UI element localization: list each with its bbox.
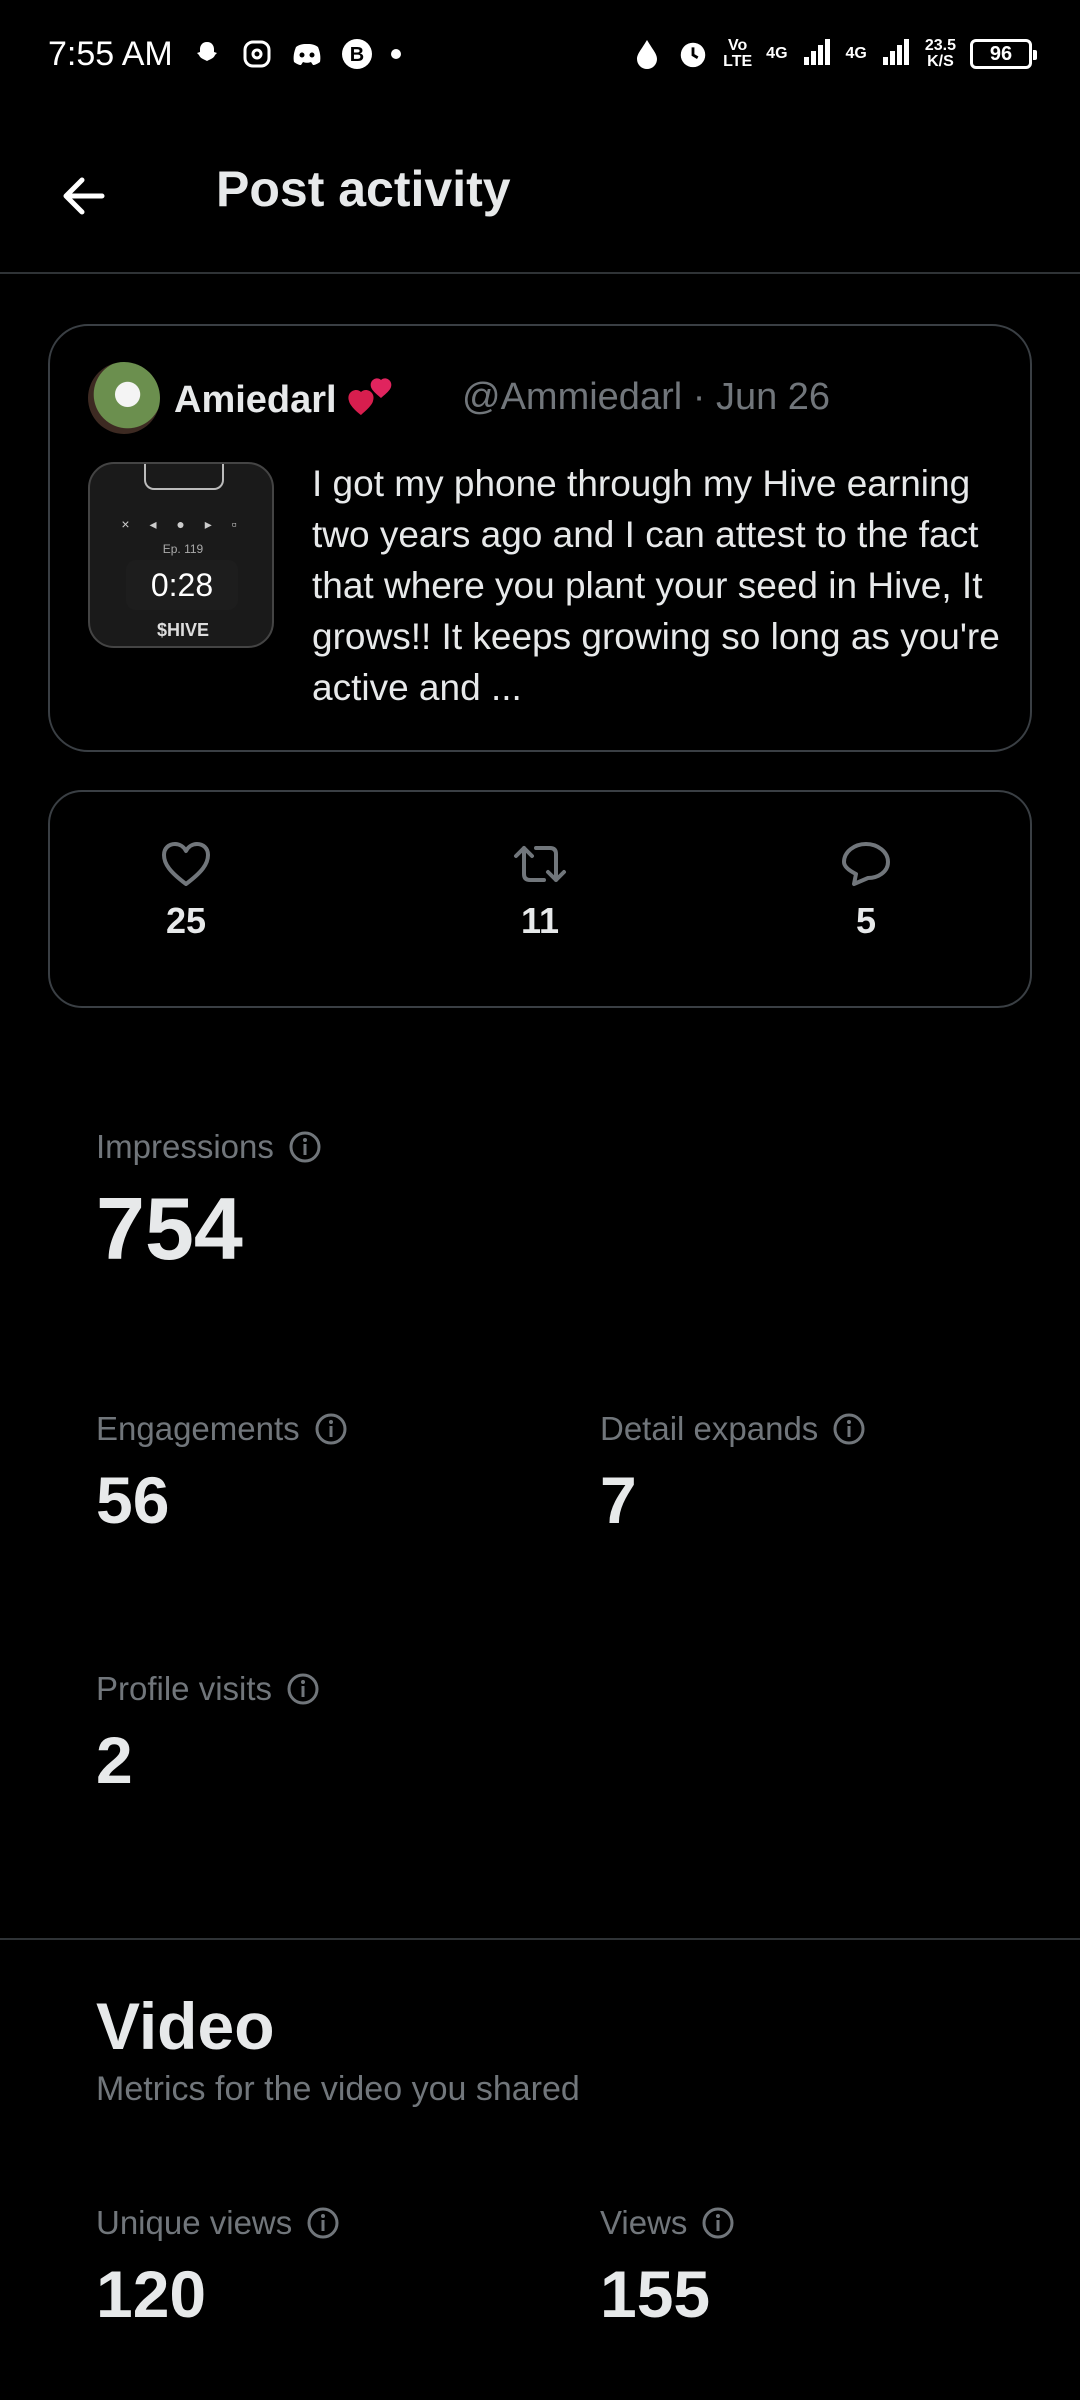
info-icon[interactable] xyxy=(286,1672,320,1706)
post-author[interactable]: Amiedarl xyxy=(174,376,393,424)
impressions-label: Impressions xyxy=(96,1128,274,1165)
info-icon[interactable] xyxy=(832,1412,866,1446)
unique-views-value: 120 xyxy=(96,2257,207,2331)
video-section-subtitle: Metrics for the video you shared xyxy=(96,2070,580,2108)
two-hearts-icon xyxy=(341,376,393,424)
detail-expands-metric: Detail expands 7 xyxy=(600,1410,866,1538)
top-app-bar: Post activity xyxy=(0,108,1080,274)
unique-views-metric: Unique views 120 xyxy=(96,2204,340,2332)
discord-icon xyxy=(291,38,323,70)
repost-icon xyxy=(514,846,566,882)
reply-icon xyxy=(842,842,890,886)
back-button[interactable] xyxy=(50,162,118,230)
bitcoin-icon: B xyxy=(341,38,373,70)
replies-stat[interactable]: 5 xyxy=(786,840,946,942)
drop-icon xyxy=(631,38,663,70)
engagements-metric: Engagements 56 xyxy=(96,1410,348,1538)
signal-1-label: 4G xyxy=(766,45,788,62)
likes-stat[interactable]: 25 xyxy=(106,840,266,942)
profile-visits-value: 2 xyxy=(96,1723,133,1797)
info-icon[interactable] xyxy=(701,2206,735,2240)
views-label: Views xyxy=(600,2204,688,2241)
signal-bars-1-icon xyxy=(802,37,832,72)
svg-text:B: B xyxy=(350,44,364,66)
battery-indicator: 96 xyxy=(970,39,1037,69)
threads-icon xyxy=(241,38,273,70)
network-speed: 23.5 K/S xyxy=(924,37,956,70)
detail-expands-label: Detail expands xyxy=(600,1410,819,1447)
info-icon[interactable] xyxy=(288,1130,322,1164)
page-title: Post activity xyxy=(216,161,511,217)
notification-dot-icon xyxy=(390,49,401,59)
video-duration: 0:28 xyxy=(126,560,238,610)
engagements-value: 56 xyxy=(96,1463,170,1537)
post-activity-screen: { "status_bar": { "time": "7:55 AM", "ne… xyxy=(0,0,1080,2400)
section-divider xyxy=(0,1938,1080,1940)
profile-visits-label: Profile visits xyxy=(96,1670,273,1707)
reposts-count: 11 xyxy=(520,900,560,941)
signal-2-label: 4G xyxy=(845,45,867,62)
engagement-summary-card: 25 11 5 xyxy=(48,790,1032,1008)
video-thumbnail[interactable]: × ◂ ● ▸ ▫ Ep. 119 0:28 $HIVE xyxy=(88,462,274,648)
video-section-title: Video xyxy=(96,1989,275,2063)
volte-indicator: Vo LTE xyxy=(723,37,753,70)
likes-count: 25 xyxy=(165,900,207,941)
info-icon[interactable] xyxy=(306,2206,340,2240)
views-value: 155 xyxy=(600,2257,711,2331)
profile-visits-metric: Profile visits 2 xyxy=(96,1670,320,1798)
replies-count: 5 xyxy=(855,900,877,941)
engagements-label: Engagements xyxy=(96,1410,300,1447)
impressions-metric: Impressions 754 xyxy=(96,1128,322,1280)
impressions-value: 754 xyxy=(96,1179,243,1278)
post-preview-card[interactable]: Amiedarl @Ammiedarl · Jun 26 × ◂ ● ▸ ▫ E… xyxy=(48,324,1032,752)
status-time: 7:55 AM xyxy=(48,34,173,73)
avatar[interactable] xyxy=(88,362,160,434)
post-handle-date: @Ammiedarl · Jun 26 xyxy=(462,376,831,418)
reposts-stat[interactable]: 11 xyxy=(460,840,620,942)
unique-views-label: Unique views xyxy=(96,2204,293,2241)
status-bar: 7:55 AM B Vo LTE 4G 4G 23.5 K/S 96 xyxy=(0,0,1080,108)
signal-bars-2-icon xyxy=(881,37,911,72)
alarm-icon xyxy=(677,38,709,70)
views-metric: Views 155 xyxy=(600,2204,735,2332)
snapchat-icon xyxy=(191,38,223,70)
info-icon[interactable] xyxy=(314,1412,348,1446)
post-text: I got my phone through my Hive earning t… xyxy=(312,463,1000,708)
detail-expands-value: 7 xyxy=(600,1463,637,1537)
heart-icon xyxy=(162,842,210,886)
arrow-left-icon xyxy=(63,177,105,215)
author-name: Amiedarl xyxy=(174,378,337,421)
